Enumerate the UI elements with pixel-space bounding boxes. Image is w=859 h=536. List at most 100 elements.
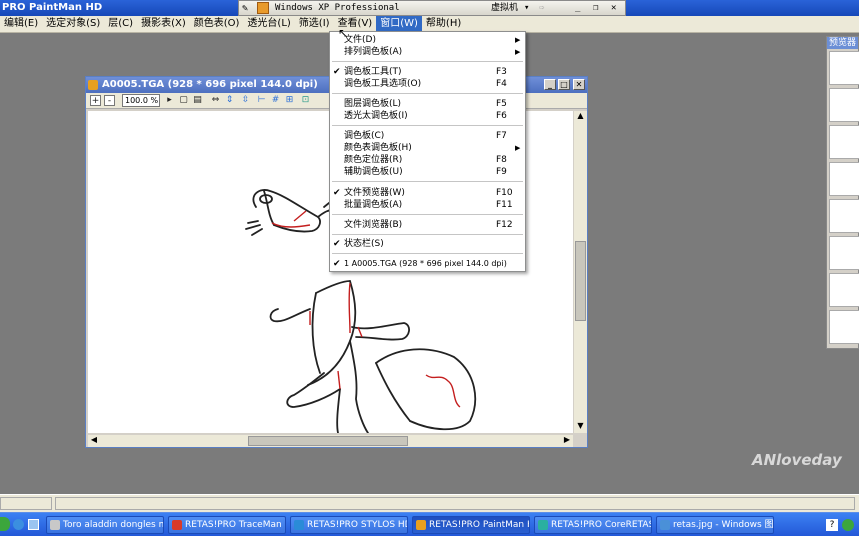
- menu-item-open-document[interactable]: ✔ 1 A0005.TGA (928 * 696 pixel 144.0 dpi): [330, 258, 525, 270]
- app-title: PRO PaintMan HD: [2, 2, 103, 13]
- menu-item-file-previewer[interactable]: ✔ 文件预览器(W) F10: [330, 187, 525, 199]
- ie-icon[interactable]: [13, 519, 24, 530]
- minimize-icon[interactable]: _: [575, 1, 580, 15]
- task-coreretas[interactable]: RETAS!PRO CoreRETAS HD: [534, 516, 652, 534]
- task-traceman[interactable]: RETAS!PRO TraceMan HD: [168, 516, 286, 534]
- menu-item-status-bar[interactable]: ✔ 状态栏(S): [330, 238, 525, 250]
- task-toro[interactable]: Toro aladdin dongles mo...: [46, 516, 164, 534]
- preview-thumbnail[interactable]: [829, 273, 859, 307]
- menu-item-color-table-palette[interactable]: 颜色表调色板(H) ▶: [330, 142, 525, 154]
- menu-color-table[interactable]: 颜色表(O): [190, 16, 244, 32]
- zoom-in-icon[interactable]: +: [90, 95, 101, 106]
- horizontal-scrollbar[interactable]: ◀ ▶: [88, 435, 573, 447]
- menu-item-aux-palette[interactable]: 辅助调色板(U) F9: [330, 166, 525, 178]
- status-segment: [55, 497, 855, 510]
- app-icon: [416, 520, 426, 530]
- app-icon: [660, 520, 670, 530]
- grid-left-icon[interactable]: ⊢: [256, 95, 267, 106]
- preview-thumbnail[interactable]: [829, 236, 859, 270]
- arrows-h-icon[interactable]: ⇔: [210, 95, 221, 106]
- hscroll-thumb[interactable]: [248, 436, 408, 446]
- arrows-v-icon[interactable]: ⇕: [224, 95, 235, 106]
- task-paintman[interactable]: RETAS!PRO PaintMan HD: [412, 516, 530, 534]
- page-icon[interactable]: ▢: [178, 95, 189, 106]
- scroll-thumb[interactable]: [575, 241, 586, 321]
- start-button-icon[interactable]: [0, 517, 10, 531]
- zoom-field[interactable]: 100.0 %: [122, 94, 160, 107]
- app-icon: [538, 520, 548, 530]
- page-corner-icon[interactable]: ▤: [192, 95, 203, 106]
- status-segment: [0, 497, 52, 510]
- watermark: ANloveday: [752, 451, 842, 469]
- menu-xsheet[interactable]: 摄影表(X): [137, 16, 190, 32]
- scroll-left-icon[interactable]: ◀: [88, 435, 100, 447]
- menu-item-lightbox-palette[interactable]: 透光太调色板(I) F6: [330, 110, 525, 122]
- menu-separator: [332, 125, 523, 126]
- arrows-v2-icon[interactable]: ⇳: [240, 95, 251, 106]
- menu-separator: [332, 61, 523, 62]
- submenu-arrow-icon: ▶: [515, 144, 521, 152]
- close-icon[interactable]: ✕: [611, 1, 616, 15]
- menu-item-layer-palette[interactable]: 图层调色板(L) F5: [330, 98, 525, 110]
- close-button[interactable]: ✕: [573, 79, 585, 90]
- taskbar: Toro aladdin dongles mo... RETAS!PRO Tra…: [0, 512, 859, 536]
- menu-separator: [332, 234, 523, 235]
- app-icon: [172, 520, 182, 530]
- document-icon: [88, 80, 98, 90]
- menu-item-tool-options[interactable]: 调色板工具选项(O) F4: [330, 78, 525, 90]
- pin-icon[interactable]: ✎: [242, 2, 248, 16]
- checkmark-icon: ✔: [333, 188, 341, 198]
- menu-select[interactable]: 选定对象(S): [42, 16, 104, 32]
- help-icon[interactable]: ?: [826, 519, 838, 531]
- document-title: A0005.TGA (928 * 696 pixel 144.0 dpi): [102, 79, 318, 90]
- menu-layer[interactable]: 层(C): [104, 16, 137, 32]
- menu-lightbox[interactable]: 透光台(L): [243, 16, 294, 32]
- scroll-up-icon[interactable]: ▲: [574, 111, 587, 123]
- scroll-down-icon[interactable]: ▼: [574, 421, 587, 433]
- maximize-button[interactable]: □: [558, 79, 570, 90]
- menu-item-color-locator[interactable]: 颜色定位器(R) F8: [330, 154, 525, 166]
- menu-help[interactable]: 帮助(H): [422, 16, 465, 32]
- window-menu-dropdown: 文件(D) ▶ 排列调色板(A) ▶ ✔ 调色板工具(T) F3 调色板工具选项(O) F…: [329, 31, 526, 272]
- desktop-icon[interactable]: [28, 519, 39, 530]
- preview-thumbnail[interactable]: [829, 199, 859, 233]
- menu-separator: [332, 253, 523, 254]
- menu-item-arrange-palettes[interactable]: 排列调色板(A) ▶: [330, 46, 525, 58]
- tray-icon[interactable]: [842, 519, 854, 531]
- menu-edit[interactable]: 编辑(E): [0, 16, 42, 32]
- menu-separator: [332, 181, 523, 182]
- grid-dense-icon[interactable]: ⊞: [284, 95, 295, 106]
- preview-thumbnail[interactable]: [829, 162, 859, 196]
- menu-item-file[interactable]: 文件(D) ▶: [330, 34, 525, 46]
- scroll-right-icon[interactable]: ▶: [561, 435, 573, 447]
- zoom-out-icon[interactable]: -: [104, 95, 115, 106]
- restore-icon[interactable]: ❐: [593, 1, 598, 15]
- arrow-icon[interactable]: ⇨: [539, 1, 544, 15]
- app-icon: [50, 520, 60, 530]
- task-image-viewer[interactable]: retas.jpg - Windows 图...: [656, 516, 774, 534]
- checkmark-icon: ✔: [333, 239, 341, 249]
- play-icon[interactable]: ▸: [164, 95, 175, 106]
- menu-separator: [332, 214, 523, 215]
- submenu-arrow-icon: ▶: [515, 48, 521, 56]
- menu-window[interactable]: 窗口(W): [376, 16, 422, 32]
- task-stylos[interactable]: RETAS!PRO STYLOS HD: [290, 516, 408, 534]
- chevron-down-icon[interactable]: ▾: [524, 1, 529, 15]
- vm-menu[interactable]: 虚拟机: [491, 1, 518, 15]
- menu-item-batch-palette[interactable]: 批量调色板(A) F11: [330, 199, 525, 211]
- preview-panel: 预览器: [826, 36, 859, 349]
- preview-thumbnail[interactable]: [829, 88, 859, 122]
- grid-icon[interactable]: #: [270, 95, 281, 106]
- menu-item-palette-tools[interactable]: ✔ 调色板工具(T) F3: [330, 66, 525, 78]
- minimize-button[interactable]: _: [544, 79, 556, 90]
- checkmark-icon: ✔: [333, 259, 341, 269]
- preview-thumbnail[interactable]: [829, 51, 859, 85]
- vertical-scrollbar[interactable]: ▲ ▼: [574, 111, 587, 433]
- preview-thumbnail[interactable]: [829, 125, 859, 159]
- submenu-arrow-icon: ▶: [515, 36, 521, 44]
- menu-item-palette[interactable]: 调色板(C) F7: [330, 130, 525, 142]
- special-tool-icon[interactable]: ⊡: [300, 95, 311, 106]
- menu-filter[interactable]: 筛选(I): [295, 16, 334, 32]
- menu-item-file-browser[interactable]: 文件浏览器(B) F12: [330, 219, 525, 231]
- preview-thumbnail[interactable]: [829, 310, 859, 344]
